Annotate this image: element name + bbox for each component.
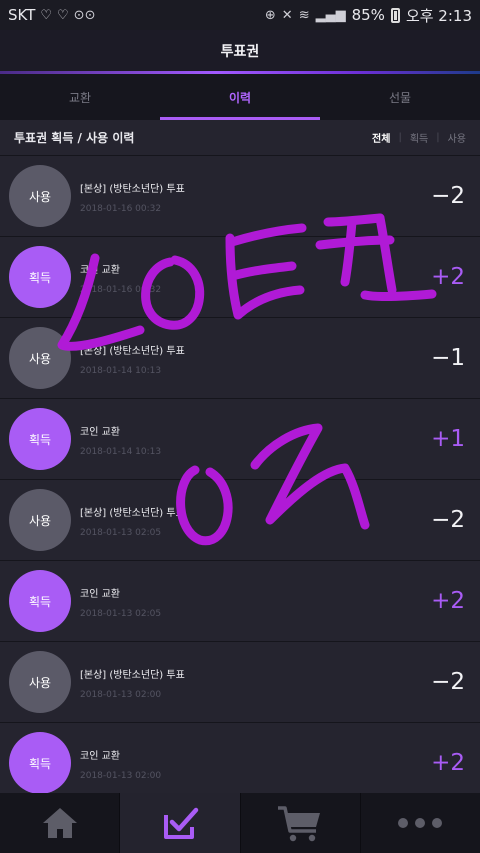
item-date: 2018-01-13 02:00 [80, 771, 162, 781]
item-text: 코인 교환 2018-01-13 02:00 [80, 747, 161, 781]
page-title: 투표권 [0, 30, 480, 72]
use-badge: 사용 [9, 651, 71, 713]
item-text: 코인 교환 2018-01-16 00:32 [80, 261, 161, 295]
item-amount: −1 [431, 345, 465, 371]
item-amount: +2 [431, 750, 465, 776]
item-amount: +2 [431, 264, 465, 290]
signal-icon: ▂▄▆ [315, 7, 346, 23]
list-item[interactable]: 획득 코인 교환 2018-01-16 00:32 +2 [0, 237, 480, 318]
vote-check-icon [163, 807, 199, 839]
data-saver-icon: ⊕ [264, 7, 276, 23]
item-text: 코인 교환 2018-01-13 02:05 [80, 585, 161, 619]
item-text: [본상] (방탄소년단) 투표 2018-01-16 00:32 [80, 180, 185, 214]
use-badge: 사용 [9, 165, 71, 227]
nav-vote[interactable] [120, 793, 241, 853]
item-amount: −2 [431, 669, 465, 695]
use-badge: 사용 [9, 489, 71, 551]
status-bar: SKT ♡ ♡ ⊙⊙ ⊕ ✕ ≋ ▂▄▆ 85% 오후 2:13 [0, 0, 480, 30]
voicemail-icon: ⊙⊙ [73, 7, 96, 23]
item-title: [본상] (방탄소년단) 투표 [80, 670, 185, 681]
item-title: 코인 교환 [80, 751, 120, 762]
item-amount: +2 [431, 588, 465, 614]
heart-outline-icon: ♡ [57, 7, 69, 23]
nav-home[interactable] [0, 793, 121, 853]
item-date: 2018-01-16 00:32 [80, 285, 162, 295]
item-text: [본상] (방탄소년단) 투표 2018-01-13 02:00 [80, 666, 185, 700]
filter-divider: | [436, 132, 440, 143]
acquire-badge: 획득 [9, 570, 71, 632]
use-badge: 사용 [9, 327, 71, 389]
heart-outline-icon: ♡ [40, 7, 53, 23]
list-item[interactable]: 사용 [본상] (방탄소년단) 투표 2018-01-14 10:13 −1 [0, 318, 480, 399]
nav-shop[interactable] [241, 793, 361, 853]
filter-used[interactable]: 사용 [446, 130, 468, 145]
nav-more[interactable] [361, 793, 480, 853]
item-title: [본상] (방탄소년단) 투표 [80, 508, 185, 519]
item-date: 2018-01-16 00:32 [80, 204, 162, 214]
list-item[interactable]: 획득 코인 교환 2018-01-14 10:13 +1 [0, 399, 480, 480]
item-title: 코인 교환 [80, 589, 120, 600]
battery-percent: 85% [351, 6, 385, 24]
cart-icon [278, 806, 321, 842]
status-left: SKT ♡ ♡ ⊙⊙ [8, 6, 95, 24]
list-item[interactable]: 획득 코인 교환 2018-01-13 02:05 +2 [0, 561, 480, 642]
list-item[interactable]: 사용 [본상] (방탄소년단) 투표 2018-01-13 02:05 −2 [0, 480, 480, 561]
history-title: 투표권 획득 / 사용 이력 [14, 131, 135, 145]
item-title: [본상] (방탄소년단) 투표 [80, 184, 185, 195]
history-subheader: 투표권 획득 / 사용 이력 전체 | 획득 | 사용 [0, 120, 480, 156]
clock: 오후 2:13 [405, 6, 472, 25]
item-text: [본상] (방탄소년단) 투표 2018-01-14 10:13 [80, 342, 185, 376]
bottom-nav [0, 793, 480, 853]
tab-exchange[interactable]: 교환 [0, 74, 160, 120]
list-item[interactable]: 획득 코인 교환 2018-01-13 02:00 +2 [0, 723, 480, 804]
item-text: 코인 교환 2018-01-14 10:13 [80, 423, 161, 457]
wifi-icon: ≋ [298, 7, 310, 23]
acquire-badge: 획득 [9, 408, 71, 470]
acquire-badge: 획득 [9, 732, 71, 794]
list-item[interactable]: 사용 [본상] (방탄소년단) 투표 2018-01-13 02:00 −2 [0, 642, 480, 723]
tab-history[interactable]: 이력 [160, 74, 320, 120]
filter-acquired[interactable]: 획득 [408, 130, 430, 145]
item-amount: −2 [431, 183, 465, 209]
item-title: 코인 교환 [80, 265, 120, 276]
item-date: 2018-01-13 02:05 [80, 609, 162, 619]
item-title: 코인 교환 [80, 427, 120, 438]
mute-icon: ✕ [281, 7, 293, 23]
home-icon [42, 808, 77, 838]
history-list: 사용 [본상] (방탄소년단) 투표 2018-01-16 00:32 −2 획… [0, 156, 480, 804]
tab-gift[interactable]: 선물 [320, 74, 480, 120]
history-filter: 전체 | 획득 | 사용 [370, 130, 468, 145]
item-amount: −2 [431, 507, 465, 533]
status-right: ⊕ ✕ ≋ ▂▄▆ 85% 오후 2:13 [265, 5, 472, 26]
item-title: [본상] (방탄소년단) 투표 [80, 346, 185, 357]
item-text: [본상] (방탄소년단) 투표 2018-01-13 02:05 [80, 504, 185, 538]
battery-icon [390, 7, 400, 23]
carrier-label: SKT [8, 6, 36, 24]
list-item[interactable]: 사용 [본상] (방탄소년단) 투표 2018-01-16 00:32 −2 [0, 156, 480, 237]
more-icon [398, 818, 443, 828]
item-date: 2018-01-14 10:13 [80, 366, 162, 376]
filter-divider: | [398, 132, 402, 143]
acquire-badge: 획득 [9, 246, 71, 308]
tab-bar: 교환 이력 선물 [0, 74, 480, 120]
filter-all[interactable]: 전체 [370, 130, 392, 145]
item-date: 2018-01-13 02:00 [80, 690, 162, 700]
item-date: 2018-01-13 02:05 [80, 528, 162, 538]
item-date: 2018-01-14 10:13 [80, 447, 162, 457]
item-amount: +1 [431, 426, 465, 452]
